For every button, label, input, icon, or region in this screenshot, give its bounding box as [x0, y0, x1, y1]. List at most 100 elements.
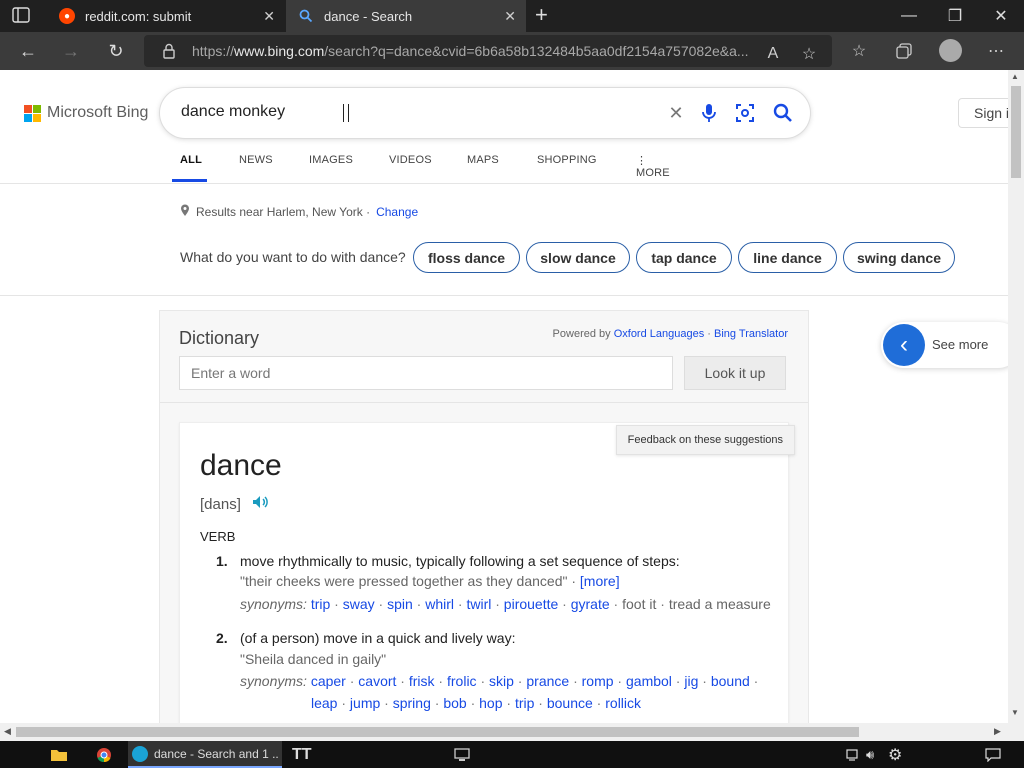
new-tab-icon[interactable]: + [535, 4, 555, 28]
synonym-link[interactable]: romp [582, 673, 614, 689]
dictionary-word-input[interactable]: Enter a word [179, 356, 673, 390]
search-input[interactable]: dance monkey [181, 103, 285, 121]
synonym-link[interactable]: whirl [425, 596, 454, 612]
synonym-link[interactable]: jig [684, 673, 698, 689]
more-link[interactable]: [more] [580, 573, 620, 589]
synonym-link[interactable]: prance [526, 673, 569, 689]
scroll-left-icon[interactable]: ◀ [4, 726, 11, 737]
horizontal-scrollbar[interactable]: ◀ ▶ [0, 723, 1008, 741]
close-tab-icon[interactable]: ✕ [504, 8, 516, 25]
synonym-link[interactable]: spring [393, 695, 431, 711]
synonym-link[interactable]: pirouette [504, 596, 558, 612]
microphone-icon[interactable] [697, 101, 721, 125]
lock-icon[interactable] [162, 43, 176, 64]
notifications-icon[interactable] [985, 741, 1001, 768]
suggestion-pill[interactable]: tap dance [636, 242, 732, 273]
suggestion-pill[interactable]: slow dance [526, 242, 630, 273]
scroll-down-icon[interactable]: ▼ [1011, 708, 1019, 717]
tab-actions-menu-icon[interactable] [12, 7, 32, 25]
synonym-link[interactable]: gambol [626, 673, 672, 689]
scroll-right-icon[interactable]: ▶ [994, 726, 1001, 737]
scroll-up-icon[interactable]: ▲ [1011, 72, 1019, 81]
feedback-button[interactable]: Feedback on these suggestions [615, 425, 795, 455]
sense-definition: move rhythmically to music, typically fo… [240, 553, 680, 569]
synonym-link[interactable]: cavort [358, 673, 396, 689]
synonym-link[interactable]: twirl [466, 596, 491, 612]
network-icon[interactable] [846, 741, 862, 768]
tab-images[interactable]: IMAGES [309, 154, 353, 166]
search-icon[interactable] [771, 101, 795, 125]
vertical-scroll-thumb[interactable] [1011, 86, 1021, 178]
synonym-link[interactable]: frisk [409, 673, 435, 689]
synonym-link[interactable]: leap [311, 695, 337, 711]
synonym-link[interactable]: trip [515, 695, 534, 711]
file-explorer-icon[interactable] [50, 741, 68, 768]
dictionary-entry: Feedback on these suggestions dance [dan… [179, 422, 795, 723]
synonym-link[interactable]: trip [311, 596, 330, 612]
vertical-scrollbar[interactable]: ▲ ▼ [1008, 70, 1024, 723]
synonym-link[interactable]: hop [479, 695, 502, 711]
sign-in-button[interactable]: Sign in [958, 98, 1008, 128]
suggestion-pill[interactable]: swing dance [843, 242, 955, 273]
refresh-icon[interactable]: ↻ [99, 34, 133, 68]
clear-search-icon[interactable]: ✕ [664, 101, 688, 125]
synonym-link[interactable]: rollick [605, 695, 641, 711]
settings-more-icon[interactable]: ⋯ [985, 40, 1007, 62]
tab-videos[interactable]: VIDEOS [389, 154, 432, 166]
synonym-link[interactable]: jump [350, 695, 380, 711]
tab-shopping[interactable]: SHOPPING [537, 154, 597, 166]
synonym-link[interactable]: caper [311, 673, 346, 689]
synonym-link[interactable]: bob [443, 695, 466, 711]
tab-news[interactable]: NEWS [239, 154, 273, 166]
suggestion-pill[interactable]: line dance [738, 242, 837, 273]
collections-icon[interactable] [893, 40, 915, 62]
see-more-button[interactable]: ‹ See more [881, 322, 1008, 368]
url-field[interactable]: https://www.bing.com/search?q=dance&cvid… [144, 35, 832, 67]
microsoft-logo-icon [24, 104, 41, 122]
search-box[interactable]: dance monkey ✕ [160, 88, 810, 138]
look-it-up-button[interactable]: Look it up [684, 356, 786, 390]
volume-icon[interactable]: 🔊︎ [866, 741, 874, 768]
logo-text: Microsoft Bing [47, 104, 149, 121]
tab-all[interactable]: ALL [180, 154, 202, 166]
favorites-icon[interactable]: ☆ [848, 40, 870, 62]
horizontal-scroll-thumb[interactable] [16, 727, 859, 737]
browser-tab-bing[interactable]: dance - Search ✕ [286, 0, 526, 32]
location-notice: Results near Harlem, New York · Change [180, 204, 418, 220]
synonym-link[interactable]: bound [711, 673, 750, 689]
change-location-link[interactable]: Change [376, 205, 418, 219]
synonym-link[interactable]: skip [489, 673, 514, 689]
oxford-languages-link[interactable]: Oxford Languages [614, 328, 705, 340]
address-bar: ← → ↻ https://www.bing.com/search?q=danc… [0, 32, 1024, 70]
edge-taskbar-button[interactable]: dance - Search and 1 ... [128, 741, 282, 768]
tab-more[interactable]: ⋮ MORE [636, 154, 670, 179]
forward-icon[interactable]: → [54, 34, 88, 68]
tab-maps[interactable]: MAPS [467, 154, 499, 166]
bing-translator-link[interactable]: Bing Translator [714, 328, 788, 340]
audio-speaker-icon[interactable] [252, 495, 270, 513]
synonym-link[interactable]: bounce [547, 695, 593, 711]
synonym-link[interactable]: sway [343, 596, 375, 612]
synonym-link[interactable]: spin [387, 596, 413, 612]
sense-1: 1. move rhythmically to music, typically… [216, 553, 786, 613]
visual-search-icon[interactable] [733, 101, 757, 125]
remote-desktop-icon[interactable] [454, 741, 470, 768]
synonym-link[interactable]: gyrate [571, 596, 610, 612]
active-tab-indicator [172, 179, 207, 182]
profile-avatar[interactable] [939, 39, 962, 62]
close-window-icon[interactable]: ✕ [978, 0, 1024, 32]
suggestion-pill[interactable]: floss dance [413, 242, 520, 273]
browser-tab-reddit[interactable]: ● reddit.com: submit ✕ [47, 0, 285, 32]
chrome-icon[interactable] [96, 741, 112, 768]
bing-logo[interactable]: Microsoft Bing [24, 104, 148, 122]
settings-gear-icon[interactable]: ⚙ [888, 741, 902, 768]
synonym-text: tread a measure [668, 596, 771, 612]
back-icon[interactable]: ← [11, 34, 45, 68]
text-tool-icon[interactable]: TT [292, 741, 312, 768]
read-aloud-icon[interactable]: A [762, 43, 784, 65]
restore-icon[interactable]: ❐ [932, 0, 978, 32]
minimize-icon[interactable]: — [886, 0, 932, 32]
synonym-link[interactable]: frolic [447, 673, 477, 689]
close-tab-icon[interactable]: ✕ [263, 8, 275, 25]
add-favorite-icon[interactable]: ☆ [798, 43, 820, 65]
